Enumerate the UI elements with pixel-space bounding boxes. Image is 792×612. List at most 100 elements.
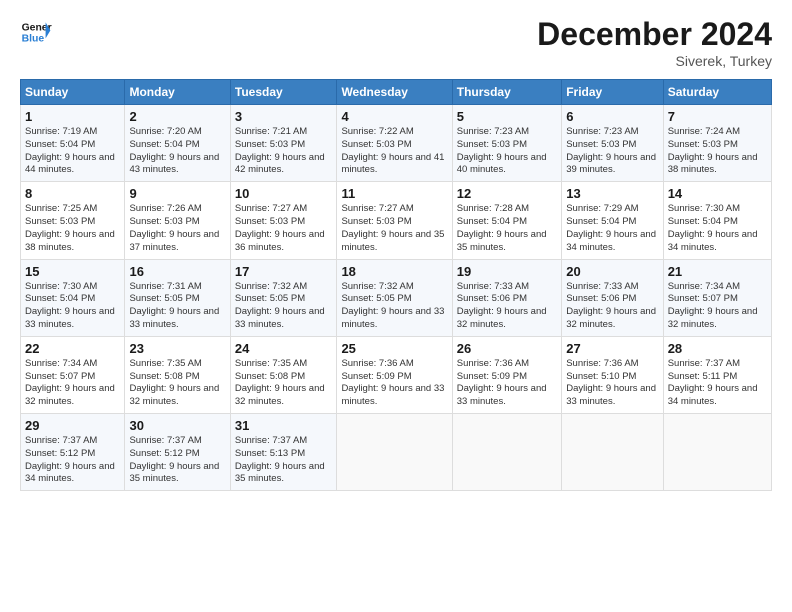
day-cell: 28 Sunrise: 7:37 AMSunset: 5:11 PMDaylig…	[663, 336, 771, 413]
day-cell: 4 Sunrise: 7:22 AMSunset: 5:03 PMDayligh…	[337, 105, 452, 182]
day-number: 12	[457, 186, 557, 201]
day-info: Sunrise: 7:25 AMSunset: 5:03 PMDaylight:…	[25, 203, 120, 254]
col-header-saturday: Saturday	[663, 80, 771, 105]
col-header-sunday: Sunday	[21, 80, 125, 105]
day-cell: 27 Sunrise: 7:36 AMSunset: 5:10 PMDaylig…	[562, 336, 663, 413]
col-header-tuesday: Tuesday	[230, 80, 337, 105]
day-number: 15	[25, 264, 120, 279]
day-info: Sunrise: 7:27 AMSunset: 5:03 PMDaylight:…	[235, 203, 333, 254]
day-cell	[562, 414, 663, 491]
day-number: 13	[566, 186, 658, 201]
day-cell: 22 Sunrise: 7:34 AMSunset: 5:07 PMDaylig…	[21, 336, 125, 413]
col-header-thursday: Thursday	[452, 80, 561, 105]
day-info: Sunrise: 7:21 AMSunset: 5:03 PMDaylight:…	[235, 126, 333, 177]
day-number: 4	[341, 109, 447, 124]
day-info: Sunrise: 7:30 AMSunset: 5:04 PMDaylight:…	[25, 281, 120, 332]
day-number: 30	[129, 418, 225, 433]
logo-icon: General Blue	[20, 16, 52, 48]
week-row-2: 8 Sunrise: 7:25 AMSunset: 5:03 PMDayligh…	[21, 182, 772, 259]
day-number: 20	[566, 264, 658, 279]
day-info: Sunrise: 7:20 AMSunset: 5:04 PMDaylight:…	[129, 126, 225, 177]
logo: General Blue	[20, 16, 52, 48]
day-info: Sunrise: 7:35 AMSunset: 5:08 PMDaylight:…	[129, 358, 225, 409]
day-info: Sunrise: 7:36 AMSunset: 5:10 PMDaylight:…	[566, 358, 658, 409]
day-cell: 6 Sunrise: 7:23 AMSunset: 5:03 PMDayligh…	[562, 105, 663, 182]
day-info: Sunrise: 7:22 AMSunset: 5:03 PMDaylight:…	[341, 126, 447, 177]
day-cell	[452, 414, 561, 491]
day-number: 26	[457, 341, 557, 356]
day-cell	[337, 414, 452, 491]
col-header-monday: Monday	[125, 80, 230, 105]
day-cell: 23 Sunrise: 7:35 AMSunset: 5:08 PMDaylig…	[125, 336, 230, 413]
title-block: December 2024 Siverek, Turkey	[537, 16, 772, 69]
day-info: Sunrise: 7:34 AMSunset: 5:07 PMDaylight:…	[668, 281, 767, 332]
day-cell: 19 Sunrise: 7:33 AMSunset: 5:06 PMDaylig…	[452, 259, 561, 336]
day-cell: 15 Sunrise: 7:30 AMSunset: 5:04 PMDaylig…	[21, 259, 125, 336]
month-title: December 2024	[537, 16, 772, 53]
day-info: Sunrise: 7:23 AMSunset: 5:03 PMDaylight:…	[566, 126, 658, 177]
page: General Blue December 2024 Siverek, Turk…	[0, 0, 792, 501]
day-number: 5	[457, 109, 557, 124]
day-cell: 12 Sunrise: 7:28 AMSunset: 5:04 PMDaylig…	[452, 182, 561, 259]
day-number: 10	[235, 186, 333, 201]
day-cell: 1 Sunrise: 7:19 AMSunset: 5:04 PMDayligh…	[21, 105, 125, 182]
day-cell: 13 Sunrise: 7:29 AMSunset: 5:04 PMDaylig…	[562, 182, 663, 259]
header-row: SundayMondayTuesdayWednesdayThursdayFrid…	[21, 80, 772, 105]
day-number: 17	[235, 264, 333, 279]
day-number: 28	[668, 341, 767, 356]
day-info: Sunrise: 7:33 AMSunset: 5:06 PMDaylight:…	[457, 281, 557, 332]
day-number: 9	[129, 186, 225, 201]
day-cell: 17 Sunrise: 7:32 AMSunset: 5:05 PMDaylig…	[230, 259, 337, 336]
day-cell: 21 Sunrise: 7:34 AMSunset: 5:07 PMDaylig…	[663, 259, 771, 336]
day-cell: 24 Sunrise: 7:35 AMSunset: 5:08 PMDaylig…	[230, 336, 337, 413]
day-info: Sunrise: 7:35 AMSunset: 5:08 PMDaylight:…	[235, 358, 333, 409]
week-row-4: 22 Sunrise: 7:34 AMSunset: 5:07 PMDaylig…	[21, 336, 772, 413]
day-cell: 25 Sunrise: 7:36 AMSunset: 5:09 PMDaylig…	[337, 336, 452, 413]
day-number: 6	[566, 109, 658, 124]
day-number: 24	[235, 341, 333, 356]
day-info: Sunrise: 7:31 AMSunset: 5:05 PMDaylight:…	[129, 281, 225, 332]
day-info: Sunrise: 7:26 AMSunset: 5:03 PMDaylight:…	[129, 203, 225, 254]
day-info: Sunrise: 7:27 AMSunset: 5:03 PMDaylight:…	[341, 203, 447, 254]
week-row-5: 29 Sunrise: 7:37 AMSunset: 5:12 PMDaylig…	[21, 414, 772, 491]
day-cell: 20 Sunrise: 7:33 AMSunset: 5:06 PMDaylig…	[562, 259, 663, 336]
day-cell: 11 Sunrise: 7:27 AMSunset: 5:03 PMDaylig…	[337, 182, 452, 259]
day-number: 8	[25, 186, 120, 201]
day-cell: 31 Sunrise: 7:37 AMSunset: 5:13 PMDaylig…	[230, 414, 337, 491]
day-info: Sunrise: 7:36 AMSunset: 5:09 PMDaylight:…	[341, 358, 447, 409]
day-cell: 10 Sunrise: 7:27 AMSunset: 5:03 PMDaylig…	[230, 182, 337, 259]
header: General Blue December 2024 Siverek, Turk…	[20, 16, 772, 69]
day-info: Sunrise: 7:37 AMSunset: 5:12 PMDaylight:…	[25, 435, 120, 486]
day-number: 18	[341, 264, 447, 279]
day-info: Sunrise: 7:23 AMSunset: 5:03 PMDaylight:…	[457, 126, 557, 177]
day-cell: 16 Sunrise: 7:31 AMSunset: 5:05 PMDaylig…	[125, 259, 230, 336]
day-cell: 3 Sunrise: 7:21 AMSunset: 5:03 PMDayligh…	[230, 105, 337, 182]
day-info: Sunrise: 7:34 AMSunset: 5:07 PMDaylight:…	[25, 358, 120, 409]
day-number: 1	[25, 109, 120, 124]
day-number: 11	[341, 186, 447, 201]
day-number: 21	[668, 264, 767, 279]
day-cell: 2 Sunrise: 7:20 AMSunset: 5:04 PMDayligh…	[125, 105, 230, 182]
calendar-table: SundayMondayTuesdayWednesdayThursdayFrid…	[20, 79, 772, 491]
day-info: Sunrise: 7:32 AMSunset: 5:05 PMDaylight:…	[235, 281, 333, 332]
day-info: Sunrise: 7:37 AMSunset: 5:11 PMDaylight:…	[668, 358, 767, 409]
week-row-3: 15 Sunrise: 7:30 AMSunset: 5:04 PMDaylig…	[21, 259, 772, 336]
day-number: 25	[341, 341, 447, 356]
week-row-1: 1 Sunrise: 7:19 AMSunset: 5:04 PMDayligh…	[21, 105, 772, 182]
day-info: Sunrise: 7:29 AMSunset: 5:04 PMDaylight:…	[566, 203, 658, 254]
day-info: Sunrise: 7:19 AMSunset: 5:04 PMDaylight:…	[25, 126, 120, 177]
day-cell: 7 Sunrise: 7:24 AMSunset: 5:03 PMDayligh…	[663, 105, 771, 182]
day-number: 14	[668, 186, 767, 201]
day-cell: 18 Sunrise: 7:32 AMSunset: 5:05 PMDaylig…	[337, 259, 452, 336]
day-cell: 30 Sunrise: 7:37 AMSunset: 5:12 PMDaylig…	[125, 414, 230, 491]
day-number: 22	[25, 341, 120, 356]
day-number: 29	[25, 418, 120, 433]
day-cell: 14 Sunrise: 7:30 AMSunset: 5:04 PMDaylig…	[663, 182, 771, 259]
day-cell: 8 Sunrise: 7:25 AMSunset: 5:03 PMDayligh…	[21, 182, 125, 259]
day-cell: 26 Sunrise: 7:36 AMSunset: 5:09 PMDaylig…	[452, 336, 561, 413]
day-cell	[663, 414, 771, 491]
day-info: Sunrise: 7:33 AMSunset: 5:06 PMDaylight:…	[566, 281, 658, 332]
location: Siverek, Turkey	[537, 53, 772, 69]
day-number: 7	[668, 109, 767, 124]
day-number: 16	[129, 264, 225, 279]
